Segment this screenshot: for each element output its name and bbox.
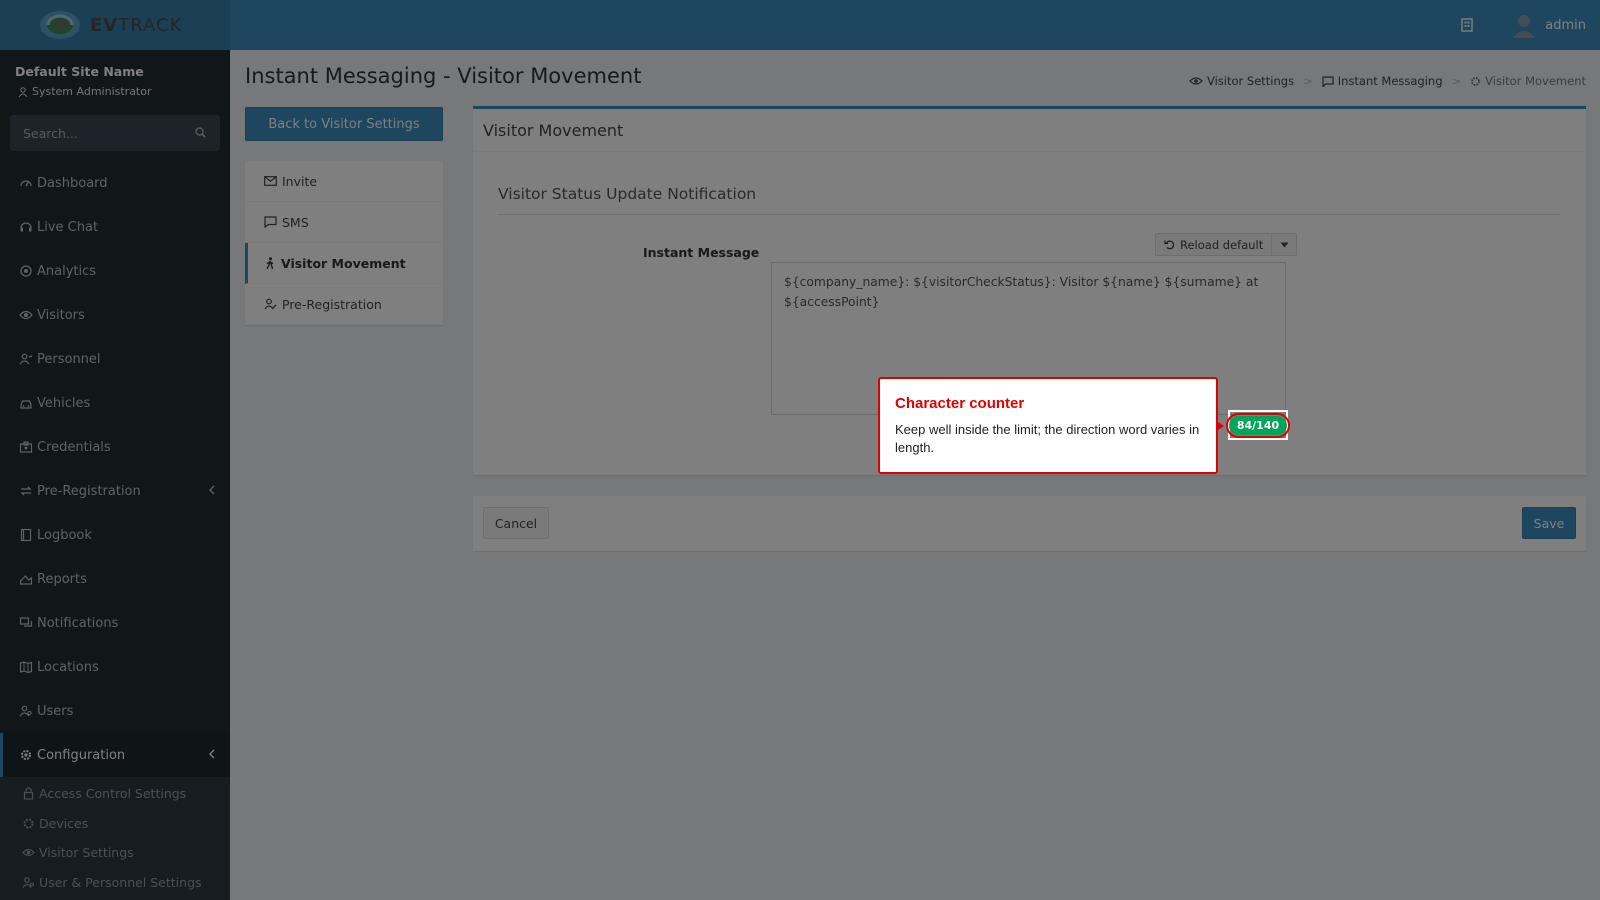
sidebar-search [10,115,220,151]
callout-title: Character counter [895,395,1025,412]
user-icon [18,86,28,97]
sidebar-item-personnel[interactable]: Personnel [0,337,230,381]
site-name: Default Site Name [15,64,144,79]
user-edit-icon [264,298,277,310]
breadcrumb-separator: > [1451,74,1462,88]
sidebar-item-pre-registration[interactable]: Pre-Registration [0,469,230,513]
chevron-left-icon [209,749,215,759]
save-button[interactable]: Save [1522,507,1576,539]
reload-default-group: Reload default [1155,233,1298,256]
search-icon[interactable] [195,127,206,138]
message-icon [264,216,277,228]
sidebar-item-analytics[interactable]: Analytics [0,249,230,293]
submenu-item-user-personnel-settings[interactable]: User & Personnel Settings [0,868,230,898]
car-icon [20,400,32,409]
breadcrumb-instant-messaging[interactable]: Instant Messaging [1322,74,1443,88]
message-icon [1322,75,1334,87]
nav-item-sms[interactable]: SMS [245,202,443,243]
logo-icon [40,11,80,39]
sidebar-item-credentials[interactable]: Credentials [0,425,230,469]
nav-item-invite[interactable]: Invite [245,161,443,202]
exchange-icon [20,486,32,496]
personnel-icon [19,353,33,365]
sidebar-item-notifications[interactable]: Notifications [0,601,230,645]
sidebar: Default Site Name System Administrator D… [0,50,230,900]
breadcrumb-separator: > [1303,74,1313,88]
user-panel: Default Site Name System Administrator [0,50,230,114]
sidebar-item-visitors[interactable]: Visitors [0,293,230,337]
caret-down-icon [1280,242,1289,247]
instant-message-label: Instant Message [643,245,760,260]
cancel-button[interactable]: Cancel [483,507,549,539]
headset-icon [20,222,32,232]
form-actions: Cancel Save [473,496,1586,551]
sidebar-item-live-chat[interactable]: Live Chat [0,205,230,249]
map-icon [19,661,33,674]
user-menu-name[interactable]: admin [1545,18,1586,33]
back-to-visitor-settings-button[interactable]: Back to Visitor Settings [245,107,443,141]
nav-item-pre-registration[interactable]: Pre-Registration [245,284,443,325]
breadcrumb: Visitor Settings > Instant Messaging > V… [1189,74,1586,88]
envelope-icon [264,176,277,186]
reload-default-button[interactable]: Reload default [1156,234,1273,255]
gear-icon [21,750,31,760]
book-icon [20,528,32,542]
sidebar-item-vehicles[interactable]: Vehicles [0,381,230,425]
configuration-submenu: Access Control Settings Devices Visitor … [0,777,230,900]
sidebar-item-reports[interactable]: Reports [0,557,230,601]
devices-icon [23,818,34,829]
messaging-type-nav: Invite SMS Visitor Movement Pre-Registra… [245,161,443,325]
sidebar-menu: Dashboard Live Chat Analytics Visitors P… [0,161,230,777]
section-title: Visitor Status Update Notification [498,185,757,203]
walking-icon [266,256,274,269]
chevron-left-icon [209,485,215,495]
chat-icon [19,617,33,627]
users-icon [22,876,34,888]
analytics-icon [20,265,32,277]
undo-icon [1164,240,1175,250]
lock-icon [23,787,34,800]
breadcrumb-visitor-movement: Visitor Movement [1470,74,1586,88]
breadcrumb-visitor-settings[interactable]: Visitor Settings [1189,74,1294,88]
sidebar-item-dashboard[interactable]: Dashboard [0,161,230,205]
user-role: System Administrator [15,85,215,98]
panel-title: Visitor Movement [473,109,1586,152]
brand-logo[interactable]: EVTRACK [0,0,230,50]
callout-body: Keep well inside the limit; the directio… [895,422,1200,455]
gear-icon [1471,76,1481,86]
page-title: Instant Messaging - Visitor Movement [245,64,642,88]
eye-icon [22,849,35,857]
tour-callout: Character counter Keep well inside the l… [878,377,1224,474]
credentials-icon [19,441,33,453]
submenu-item-visitor-settings[interactable]: Visitor Settings [0,838,230,868]
submenu-item-devices[interactable]: Devices [0,809,230,839]
sidebar-item-configuration[interactable]: Configuration [0,733,230,777]
users-icon [19,705,32,717]
building-icon[interactable] [1461,18,1473,32]
character-counter-spotlight: 84/140 [1225,410,1291,440]
sidebar-item-users[interactable]: Users [0,689,230,733]
eye-icon [1189,77,1203,85]
top-header: EVTRACK admin [0,0,1600,50]
reports-icon [19,575,33,585]
avatar[interactable] [1511,12,1537,38]
dashboard-icon [20,180,32,187]
nav-item-visitor-movement[interactable]: Visitor Movement [245,243,443,284]
reload-options-dropdown[interactable] [1272,234,1296,255]
section-divider [498,214,1561,215]
callout-arrow [1218,422,1224,430]
search-input[interactable] [10,115,220,151]
character-counter-badge: 84/140 [1225,412,1291,438]
submenu-item-access-control[interactable]: Access Control Settings [0,779,230,809]
sidebar-item-logbook[interactable]: Logbook [0,513,230,557]
eye-icon [19,310,33,320]
sidebar-item-locations[interactable]: Locations [0,645,230,689]
logo-text: EVTRACK [90,14,183,36]
